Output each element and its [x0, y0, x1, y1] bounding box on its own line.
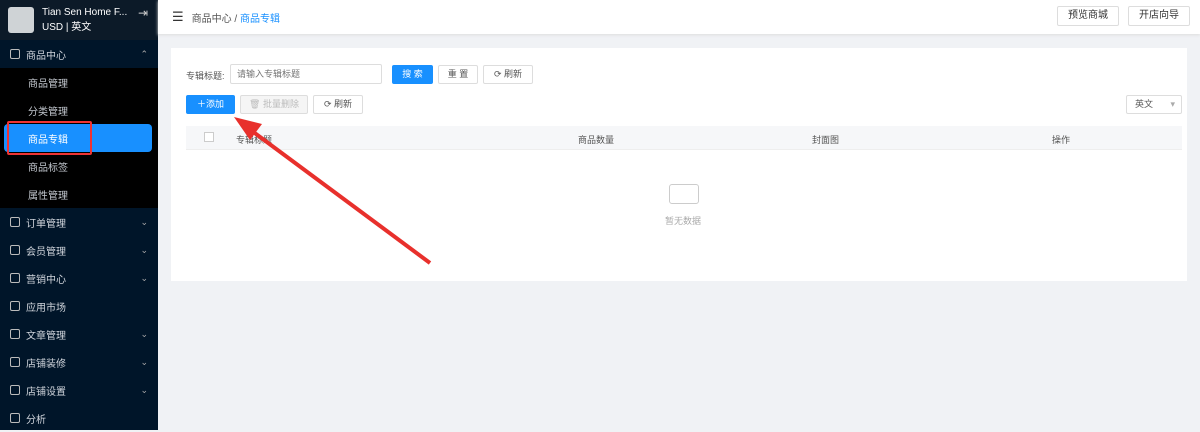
menu-item[interactable]: 店铺设置 ⌄: [0, 376, 158, 404]
menu-icon: [10, 217, 20, 227]
filter-label: 专辑标题:: [186, 71, 225, 81]
highlight-box: [7, 121, 92, 155]
add-label: 添加: [206, 99, 225, 109]
menu-icon: [10, 329, 20, 339]
menu-label: 订单管理: [26, 218, 66, 230]
submenu-item[interactable]: 商品管理: [0, 68, 158, 96]
chevron-up-icon: ⌃: [140, 48, 148, 59]
menu-label: 应用市场: [26, 302, 66, 314]
filter-refresh-button[interactable]: ⟳ 刷新: [483, 65, 533, 84]
chevron-down-icon: ⌄: [140, 216, 148, 227]
menu-item[interactable]: 文章管理 ⌄: [0, 320, 158, 348]
preview-store-button[interactable]: 预览商城: [1057, 6, 1119, 26]
menu-product-center[interactable]: 商品中心 ⌃: [0, 40, 158, 68]
breadcrumb-current: 商品专辑: [240, 13, 280, 25]
store-name: Tian Sen Home F...: [42, 7, 128, 18]
menu-item[interactable]: 店铺装修 ⌄: [0, 348, 158, 376]
menu-item[interactable]: 分析: [0, 404, 158, 432]
top-bar: ☰ 商品中心 / 商品专辑 预览商城 开店向导: [158, 0, 1200, 34]
menu-icon: [10, 357, 20, 367]
sidebar: Tian Sen Home F... USD | 英文 ⇥ 商品中心 ⌃ 商品管理 …: [0, 0, 158, 430]
chevron-down-icon: ⌄: [140, 272, 148, 283]
bag-icon: [10, 49, 20, 59]
logout-icon[interactable]: ⇥: [138, 6, 148, 20]
language-value: 英文: [1135, 99, 1154, 109]
add-button[interactable]: ＋添加: [186, 95, 235, 114]
column-header: 专辑标题: [236, 135, 273, 145]
menu-label: 分析: [26, 414, 46, 426]
menu-item[interactable]: 营销中心 ⌄: [0, 264, 158, 292]
menu-icon: [10, 273, 20, 283]
menu-item[interactable]: 应用市场: [0, 292, 158, 320]
table-header: 专辑标题 商品数量 封面图 操作: [186, 126, 1182, 150]
column-header: 操作: [1052, 135, 1071, 145]
collapse-menu-icon[interactable]: ☰: [172, 9, 184, 25]
language-select[interactable]: 英文 ▾: [1126, 95, 1182, 114]
menu-item[interactable]: 会员管理 ⌄: [0, 236, 158, 264]
submenu-item[interactable]: 商品标签: [0, 152, 158, 180]
store-header: Tian Sen Home F... USD | 英文 ⇥: [0, 0, 158, 40]
chevron-down-icon: ⌄: [140, 328, 148, 339]
store-logo: [8, 7, 34, 33]
menu-icon: [10, 413, 20, 423]
chevron-down-icon: ⌄: [140, 244, 148, 255]
content-card: 专辑标题: 搜 索 重 置 ⟳ 刷新 ＋添加 🗑 批量删除 ⟳ 刷新 英文 ▾ 专…: [171, 48, 1187, 281]
menu-icon: [10, 385, 20, 395]
breadcrumb: 商品中心 / 商品专辑: [192, 10, 280, 25]
column-header: 封面图: [812, 135, 840, 145]
refresh-label: 刷新: [334, 99, 353, 109]
menu-label: 商品中心: [26, 50, 66, 62]
menu-label: 营销中心: [26, 274, 66, 286]
store-guide-button[interactable]: 开店向导: [1128, 6, 1190, 26]
select-all-checkbox[interactable]: [204, 132, 214, 142]
batch-delete-button[interactable]: 🗑 批量删除: [240, 95, 308, 114]
search-button[interactable]: 搜 索: [392, 65, 433, 84]
store-currency-language[interactable]: USD | 英文: [42, 20, 127, 35]
column-header: 商品数量: [578, 135, 615, 145]
batch-delete-label: 批量删除: [262, 99, 299, 109]
menu-label: 文章管理: [26, 330, 66, 342]
menu-label: 会员管理: [26, 246, 66, 258]
chevron-down-icon: ⌄: [140, 356, 148, 367]
chevron-down-icon: ⌄: [140, 384, 148, 395]
menu-icon: [10, 301, 20, 311]
submenu-item[interactable]: 分类管理: [0, 96, 158, 124]
menu-item[interactable]: 订单管理 ⌄: [0, 208, 158, 236]
empty-text: 暂无数据: [665, 216, 702, 226]
menu-label: 店铺装修: [26, 358, 66, 370]
chevron-down-icon: ▾: [1170, 99, 1175, 109]
refresh-button[interactable]: ⟳ 刷新: [313, 95, 363, 114]
menu-icon: [10, 245, 20, 255]
menu-label: 店铺设置: [26, 386, 66, 398]
album-title-input[interactable]: [230, 64, 382, 84]
breadcrumb-parent[interactable]: 商品中心 /: [192, 14, 238, 25]
refresh-label: 刷新: [504, 69, 523, 79]
submenu-item[interactable]: 属性管理: [0, 180, 158, 208]
reset-button[interactable]: 重 置: [438, 65, 478, 84]
empty-inbox-icon: [669, 184, 699, 204]
